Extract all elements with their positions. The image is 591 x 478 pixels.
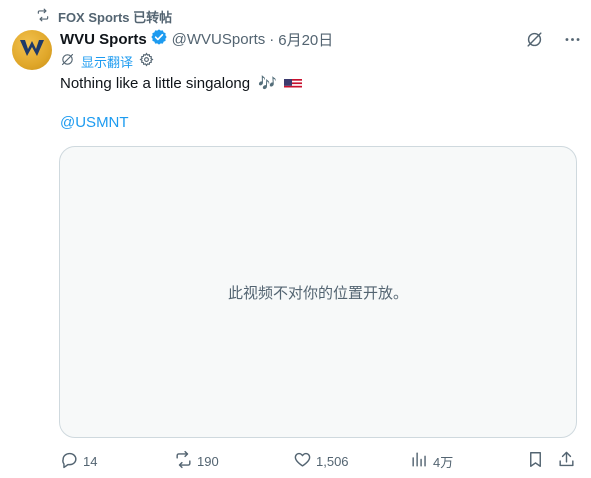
heart-icon	[293, 450, 312, 472]
gear-icon[interactable]	[139, 52, 154, 70]
repost-button[interactable]: 190	[174, 448, 219, 474]
author-handle[interactable]: @WVUSports	[172, 31, 266, 48]
grok-icon[interactable]	[523, 28, 545, 50]
separator-dot: ·	[269, 30, 275, 48]
bookmark-button[interactable]	[526, 448, 545, 474]
avatar[interactable]	[12, 30, 52, 70]
media-placeholder[interactable]: 此视频不对你的位置开放。	[59, 146, 577, 438]
header-actions	[523, 28, 583, 50]
tweet-text: Nothing like a little singalong 🎶	[60, 74, 577, 94]
repost-text[interactable]: FOX Sports 已转帖	[58, 7, 172, 26]
wvu-logo-icon	[19, 38, 45, 63]
repost-count: 190	[197, 453, 219, 469]
verified-badge-icon	[147, 28, 168, 50]
repost-header[interactable]: FOX Sports 已转帖	[36, 7, 172, 26]
share-button[interactable]	[557, 448, 576, 474]
views-count: 4万	[433, 454, 454, 470]
media-unavailable-message: 此视频不对你的位置开放。	[227, 284, 408, 302]
action-bar: 14 190 1,506 4万	[52, 448, 585, 474]
share-icon	[557, 450, 576, 472]
grok-icon	[60, 52, 75, 70]
tweet-time[interactable]: 6月20日	[278, 29, 333, 50]
tweet-body: Nothing like a little singalong	[60, 75, 251, 92]
us-flag-icon	[284, 77, 303, 89]
translate-row: 显示翻译	[60, 52, 154, 70]
views-button[interactable]: 4万	[410, 448, 453, 474]
more-icon[interactable]	[561, 28, 583, 50]
author-name[interactable]: WVU Sports	[60, 31, 147, 48]
tweet[interactable]: FOX Sports 已转帖 WVU Sports @WVUSports · 6…	[0, 0, 591, 478]
bookmark-icon	[526, 450, 545, 472]
show-translation-link[interactable]: 显示翻译	[81, 52, 133, 71]
reply-icon	[60, 450, 79, 472]
author-line: WVU Sports @WVUSports · 6月20日	[60, 29, 579, 49]
reply-count: 14	[83, 453, 98, 469]
views-icon	[410, 450, 429, 472]
mention-link[interactable]: @USMNT	[60, 114, 129, 131]
like-button[interactable]: 1,506	[293, 448, 349, 474]
repost-icon	[36, 8, 50, 25]
reply-button[interactable]: 14	[60, 448, 97, 474]
like-count: 1,506	[316, 453, 349, 469]
music-notes-emoji: 🎶	[258, 75, 277, 92]
repost-icon	[174, 450, 193, 472]
